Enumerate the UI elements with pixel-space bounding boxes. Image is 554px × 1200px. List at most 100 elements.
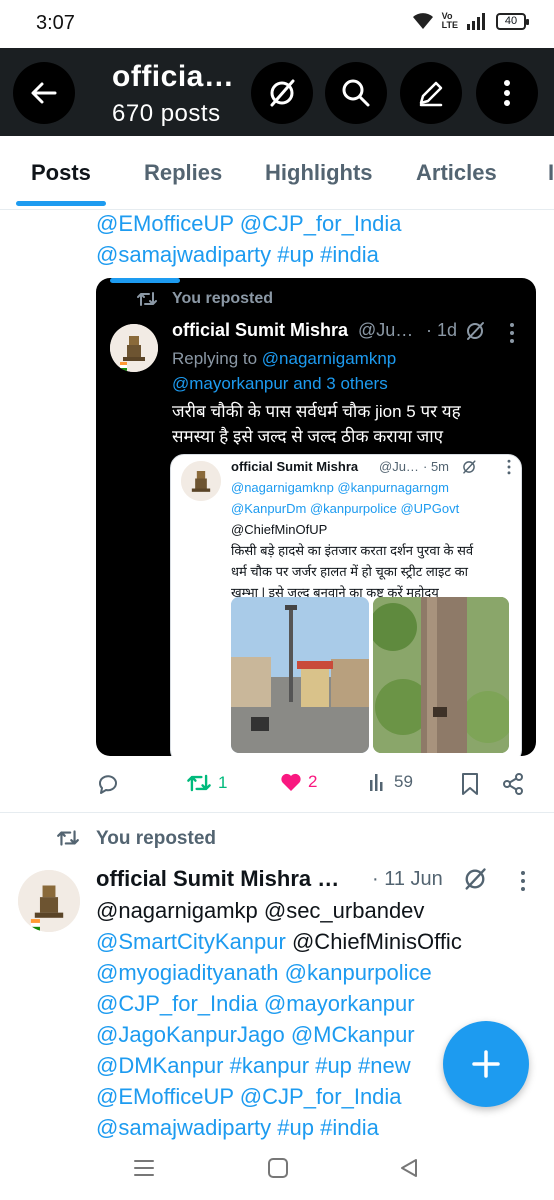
tab-highlights[interactable]: Highlights	[265, 160, 373, 186]
avatar[interactable]	[181, 461, 221, 501]
status-bar: 3:07 Vo LTE 40	[0, 0, 554, 48]
posts-count: 670 posts	[112, 100, 221, 127]
emblem-avatar-icon	[181, 461, 221, 501]
post-menu-icon[interactable]	[506, 459, 512, 475]
repost-icon	[137, 292, 157, 306]
grok-icon[interactable]	[464, 320, 486, 342]
share-button[interactable]	[502, 772, 524, 796]
tab-articles[interactable]: Articles	[416, 160, 497, 186]
reposted-label: You reposted	[172, 290, 274, 307]
quote-text: जरीब चौकी के पास सर्वधर्म चौक jion 5 पर …	[172, 399, 461, 449]
tab-overflow[interactable]: I	[548, 160, 554, 186]
search-button[interactable]	[325, 62, 387, 124]
inner-timestamp: · 5m	[423, 459, 449, 474]
post-actions: 1 2 59	[0, 762, 554, 808]
emblem-avatar-icon	[18, 870, 80, 932]
compose-post-fab[interactable]	[443, 1021, 529, 1107]
post-text-line[interactable]: @samajwadiparty #up #india	[96, 241, 379, 269]
plus-icon	[472, 1050, 500, 1078]
quoted-post-card[interactable]: You reposted official Sumit Mishra @Ju… …	[96, 278, 536, 756]
profile-name: officia…	[112, 60, 235, 93]
grok-icon[interactable]	[461, 459, 477, 475]
volte-icon: Vo LTE	[441, 11, 458, 30]
like-count: 2	[308, 772, 318, 791]
tab-replies[interactable]: Replies	[144, 160, 222, 186]
mention-link[interactable]: @kanpurpolice	[285, 960, 432, 985]
quote-timestamp: · 1d	[426, 320, 458, 340]
views-button[interactable]: 59	[368, 772, 413, 792]
thread-line	[110, 278, 180, 283]
share-icon	[503, 773, 523, 795]
reposted-label: You reposted	[96, 828, 216, 849]
pencil-icon	[419, 81, 443, 107]
wifi-icon	[412, 13, 433, 29]
street-photo-image	[231, 597, 369, 753]
nested-quoted-post[interactable]: official Sumit Mishra @Ju… · 5m @nagarni…	[170, 454, 522, 756]
active-tab-indicator	[16, 201, 106, 206]
mention-link[interactable]: @nagarnigamknp	[262, 349, 396, 368]
repost-icon	[187, 774, 211, 792]
inner-text: @nagarnigamknp @kanpurnagarngm @KanpurDm…	[231, 477, 473, 603]
repost-icon	[57, 830, 79, 846]
battery-icon: 40	[496, 12, 529, 30]
post-menu-icon[interactable]	[519, 870, 527, 892]
mention-line[interactable]: @KanpurDm @kanpurpolice @UPGovt	[231, 501, 459, 516]
home-icon[interactable]	[267, 1157, 289, 1179]
compose-button[interactable]	[400, 62, 462, 124]
back-button[interactable]	[13, 62, 75, 124]
quote-author-name[interactable]: official Sumit Mishra	[172, 320, 348, 341]
post-divider	[0, 812, 554, 813]
profile-header: officia… 670 posts	[0, 48, 554, 136]
mention-line[interactable]: @ChiefMinOfUP	[231, 522, 327, 537]
post-menu-icon[interactable]	[508, 322, 516, 344]
mention-link[interactable]: @mayorkanpur and 3 others	[172, 374, 388, 393]
inner-author-handle[interactable]: @Ju…	[379, 459, 419, 474]
more-options-button[interactable]	[476, 62, 538, 124]
emblem-avatar-icon	[110, 324, 158, 372]
repost-count: 1	[218, 773, 228, 792]
avatar[interactable]	[110, 324, 158, 372]
repost-button[interactable]: 1	[186, 772, 227, 794]
attached-photo-street[interactable]	[231, 597, 369, 753]
vertical-dots-icon	[504, 80, 510, 106]
grok-button[interactable]	[251, 62, 313, 124]
attached-photo-pole[interactable]	[373, 597, 509, 753]
post-text-line[interactable]: @EMofficeUP @CJP_for_India	[96, 210, 402, 238]
mention-line[interactable]: @EMofficeUP @CJP_for_India	[96, 1083, 402, 1111]
mention-link[interactable]: @MCkanpur	[291, 1022, 415, 1047]
bookmark-button[interactable]	[460, 772, 480, 796]
quote-author-handle[interactable]: @Ju…	[358, 320, 413, 341]
quote-text-line: समस्या है इसे जल्द से जल्द ठीक कराया जाए	[172, 427, 444, 446]
mention-link[interactable]: @SmartCityKanpur	[96, 929, 286, 954]
mention-text[interactable]: @ChiefMinisOffic	[292, 929, 462, 954]
post-author-name[interactable]: official Sumit Mishra …	[96, 866, 339, 892]
mention-link[interactable]: @JagoKanpurJago	[96, 1022, 285, 1047]
mention-line[interactable]: @nagarnigamknp @kanpurnagarngm	[231, 480, 449, 495]
mention-link[interactable]: @CJP_for_India	[96, 991, 258, 1016]
mention-line: @CJP_for_India @mayorkanpur	[96, 990, 415, 1018]
like-button[interactable]: 2	[280, 772, 317, 792]
profile-tabs: Posts Replies Highlights Articles I	[0, 136, 554, 210]
mention-line[interactable]: @samajwadiparty #up #india	[96, 1114, 379, 1142]
tab-posts[interactable]: Posts	[31, 160, 91, 186]
reply-icon	[99, 775, 117, 794]
inner-author-name[interactable]: official Sumit Mishra	[231, 459, 358, 474]
mention-line[interactable]: @nagarnigamkp @sec_urbandev	[96, 897, 424, 925]
search-icon	[342, 79, 370, 107]
back-triangle-icon[interactable]	[399, 1157, 419, 1179]
avatar[interactable]	[18, 870, 80, 932]
mention-link[interactable]: @myogiadityanath	[96, 960, 279, 985]
reply-button[interactable]	[96, 772, 120, 796]
mention-line: @JagoKanpurJago @MCkanpur	[96, 1021, 415, 1049]
grok-icon[interactable]	[462, 866, 488, 892]
view-count: 59	[394, 772, 413, 791]
mention-link[interactable]: @mayorkanpur	[264, 991, 415, 1016]
back-arrow-icon	[31, 82, 57, 104]
recent-apps-icon[interactable]	[133, 1158, 155, 1178]
replying-to: Replying to @nagarnigamknp @mayorkanpur …	[172, 346, 396, 396]
status-icons: Vo LTE 40	[412, 11, 529, 30]
mention-line[interactable]: @DMKanpur #kanpur #up #new	[96, 1052, 411, 1080]
status-time: 3:07	[36, 12, 75, 34]
inner-text-line: किसी बड़े हादसे का इंतजार करता दर्शन पुर…	[231, 543, 474, 558]
grok-icon	[270, 79, 295, 107]
